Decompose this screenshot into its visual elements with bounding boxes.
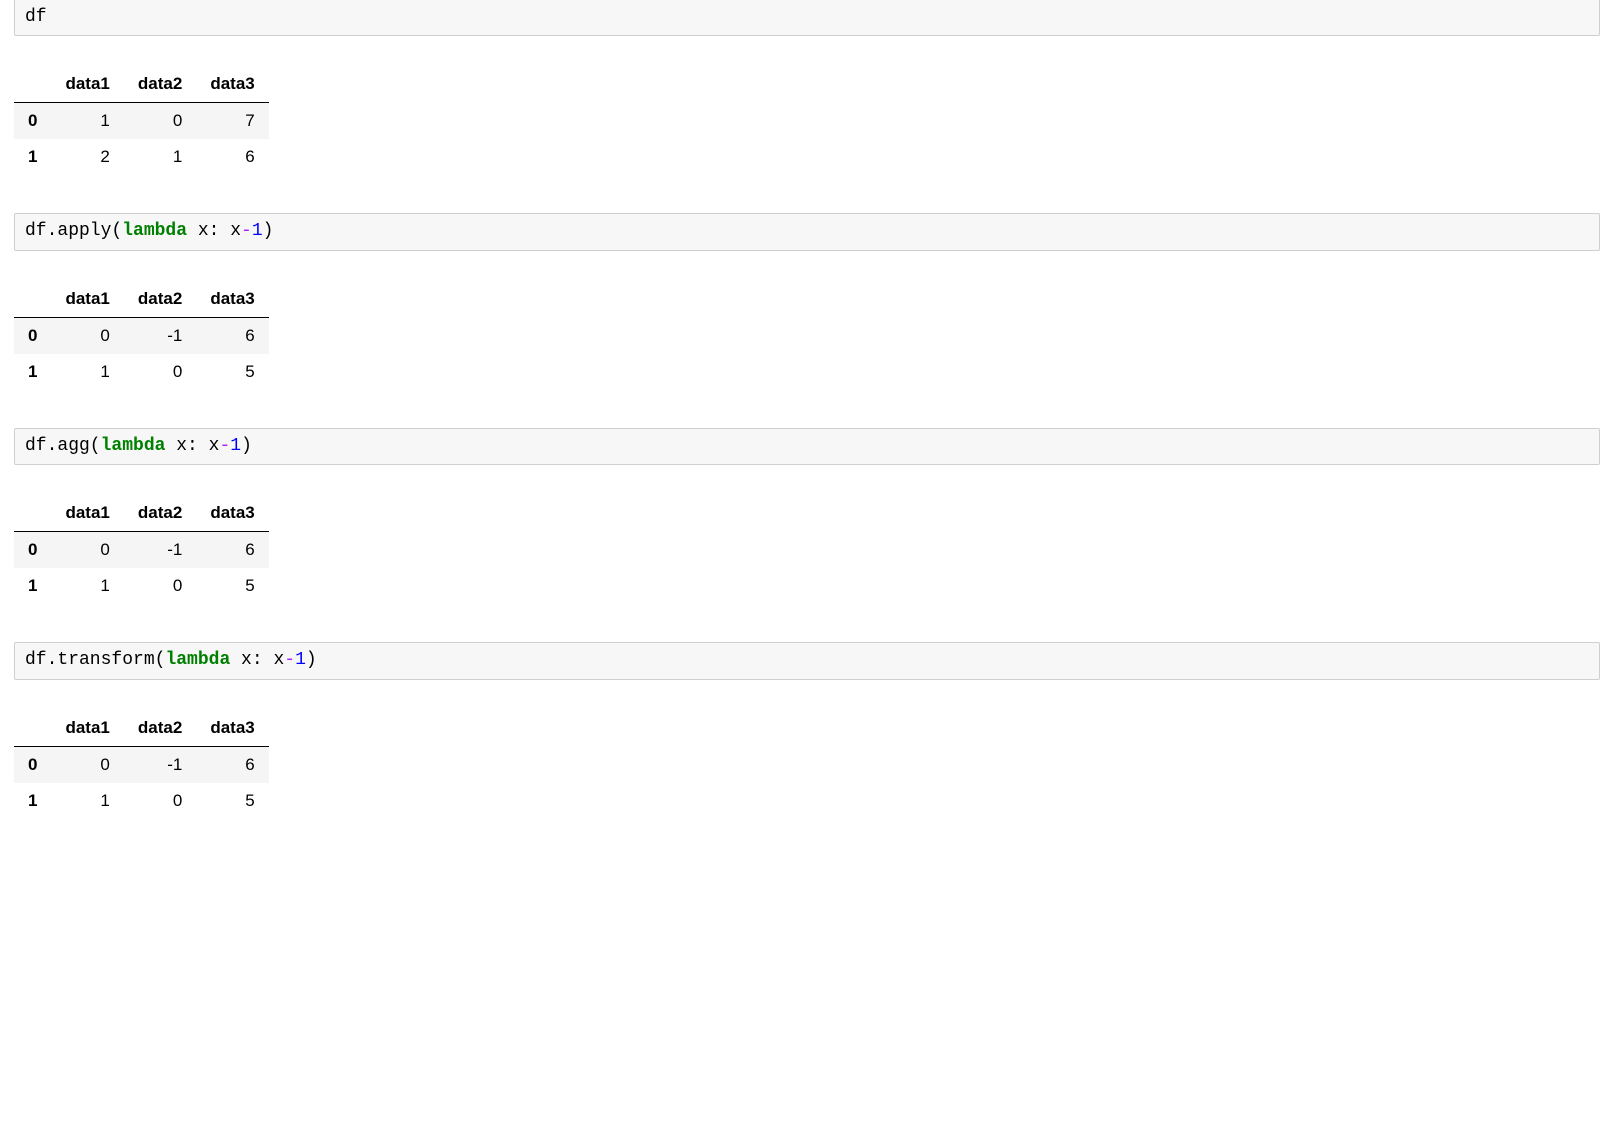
output-block: data1data2data300-161105 xyxy=(14,281,1600,390)
table-cell: 0 xyxy=(124,103,196,140)
column-header: data2 xyxy=(124,281,196,318)
code-token: x: x xyxy=(165,436,219,456)
column-header: data3 xyxy=(196,710,268,747)
code-token: df.apply( xyxy=(25,221,122,241)
code-token: - xyxy=(284,650,295,670)
table-corner-cell xyxy=(14,710,51,747)
table-cell: 2 xyxy=(51,139,123,175)
code-token: x: x xyxy=(230,650,284,670)
table-corner-cell xyxy=(14,495,51,532)
column-header: data3 xyxy=(196,281,268,318)
code-token: lambda xyxy=(101,436,166,456)
code-cell[interactable]: df.agg(lambda x: x-1) xyxy=(14,428,1600,465)
table-cell: 1 xyxy=(51,783,123,819)
code-token: df.transform( xyxy=(25,650,165,670)
table-header-row: data1data2data3 xyxy=(14,495,269,532)
table-cell: -1 xyxy=(124,532,196,569)
column-header: data1 xyxy=(51,281,123,318)
table-cell: 0 xyxy=(51,746,123,783)
code-token: ) xyxy=(306,650,317,670)
column-header: data3 xyxy=(196,495,268,532)
output-block: data1data2data301071216 xyxy=(14,66,1600,175)
output-block: data1data2data300-161105 xyxy=(14,495,1600,604)
table-row: 1216 xyxy=(14,139,269,175)
table-corner-cell xyxy=(14,66,51,103)
row-index: 0 xyxy=(14,746,51,783)
table-cell: 5 xyxy=(196,354,268,390)
table-cell: 0 xyxy=(124,354,196,390)
code-token: 1 xyxy=(295,650,306,670)
table-cell: -1 xyxy=(124,746,196,783)
code-token: lambda xyxy=(165,650,230,670)
table-cell: 1 xyxy=(51,354,123,390)
row-index: 1 xyxy=(14,783,51,819)
table-cell: 6 xyxy=(196,532,268,569)
column-header: data3 xyxy=(196,66,268,103)
code-cell[interactable]: df.apply(lambda x: x-1) xyxy=(14,213,1600,250)
row-index: 1 xyxy=(14,354,51,390)
table-cell: 6 xyxy=(196,317,268,354)
table-cell: 1 xyxy=(51,103,123,140)
table-row: 00-16 xyxy=(14,746,269,783)
column-header: data1 xyxy=(51,66,123,103)
table-cell: 1 xyxy=(51,568,123,604)
code-token: 1 xyxy=(252,221,263,241)
row-index: 0 xyxy=(14,103,51,140)
code-token: lambda xyxy=(122,221,187,241)
code-token: ) xyxy=(241,436,252,456)
column-header: data1 xyxy=(51,495,123,532)
code-token: df.agg( xyxy=(25,436,101,456)
dataframe-table: data1data2data300-161105 xyxy=(14,495,269,604)
row-index: 0 xyxy=(14,532,51,569)
column-header: data1 xyxy=(51,710,123,747)
table-corner-cell xyxy=(14,281,51,318)
table-row: 1105 xyxy=(14,783,269,819)
code-token: ) xyxy=(263,221,274,241)
dataframe-table: data1data2data300-161105 xyxy=(14,710,269,819)
code-token: df xyxy=(25,7,47,27)
dataframe-table: data1data2data300-161105 xyxy=(14,281,269,390)
column-header: data2 xyxy=(124,66,196,103)
table-cell: 0 xyxy=(51,317,123,354)
column-header: data2 xyxy=(124,495,196,532)
table-row: 0107 xyxy=(14,103,269,140)
table-row: 1105 xyxy=(14,354,269,390)
table-header-row: data1data2data3 xyxy=(14,281,269,318)
table-header-row: data1data2data3 xyxy=(14,66,269,103)
table-cell: 7 xyxy=(196,103,268,140)
table-cell: 1 xyxy=(124,139,196,175)
table-row: 00-16 xyxy=(14,317,269,354)
table-cell: 5 xyxy=(196,568,268,604)
code-token: - xyxy=(241,221,252,241)
table-row: 1105 xyxy=(14,568,269,604)
table-cell: 6 xyxy=(196,139,268,175)
row-index: 1 xyxy=(14,139,51,175)
row-index: 0 xyxy=(14,317,51,354)
output-block: data1data2data300-161105 xyxy=(14,710,1600,819)
table-cell: 6 xyxy=(196,746,268,783)
table-cell: 0 xyxy=(51,532,123,569)
code-cell[interactable]: df.transform(lambda x: x-1) xyxy=(14,642,1600,679)
table-header-row: data1data2data3 xyxy=(14,710,269,747)
table-cell: 0 xyxy=(124,783,196,819)
notebook-container: dfdata1data2data301071216df.apply(lambda… xyxy=(0,0,1600,819)
code-token: - xyxy=(219,436,230,456)
column-header: data2 xyxy=(124,710,196,747)
table-cell: 0 xyxy=(124,568,196,604)
table-cell: 5 xyxy=(196,783,268,819)
table-row: 00-16 xyxy=(14,532,269,569)
code-cell[interactable]: df xyxy=(14,0,1600,36)
code-token: 1 xyxy=(230,436,241,456)
row-index: 1 xyxy=(14,568,51,604)
table-cell: -1 xyxy=(124,317,196,354)
dataframe-table: data1data2data301071216 xyxy=(14,66,269,175)
code-token: x: x xyxy=(187,221,241,241)
